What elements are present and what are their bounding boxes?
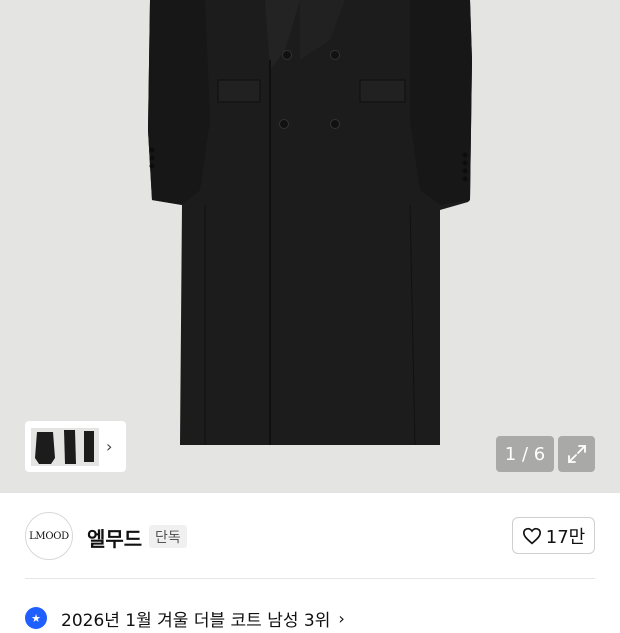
chevron-right-icon[interactable]: ›	[106, 438, 112, 455]
brand-name[interactable]: 엘무드	[87, 523, 142, 552]
product-image-coat	[148, 0, 472, 446]
divider	[25, 578, 595, 579]
thumbnail-1[interactable]	[31, 427, 59, 466]
star-badge-icon: ★	[25, 607, 47, 629]
chevron-right-icon: ›	[338, 608, 345, 628]
expand-button[interactable]	[558, 436, 595, 472]
ranking-text: 2026년 1월 겨울 더블 코트 남성 3위	[61, 610, 331, 631]
thumbnail-2[interactable]	[59, 427, 81, 466]
image-page-counter: 1 / 6	[496, 436, 554, 472]
heart-icon	[522, 527, 541, 544]
like-count: 17만	[545, 526, 586, 548]
like-button[interactable]: 17만	[512, 517, 595, 554]
exclusive-badge: 단독	[149, 525, 187, 548]
thumbnail-3[interactable]	[81, 427, 99, 466]
expand-icon	[567, 445, 586, 463]
brand-logo[interactable]: LMOOD	[25, 512, 73, 560]
ranking-link[interactable]: ★ 2026년 1월 겨울 더블 코트 남성 3위 ›	[25, 603, 345, 633]
product-image-gallery[interactable]: › 1 / 6	[0, 0, 620, 493]
thumbnail-strip[interactable]: ›	[25, 421, 126, 472]
thumbnail-images	[31, 427, 99, 466]
